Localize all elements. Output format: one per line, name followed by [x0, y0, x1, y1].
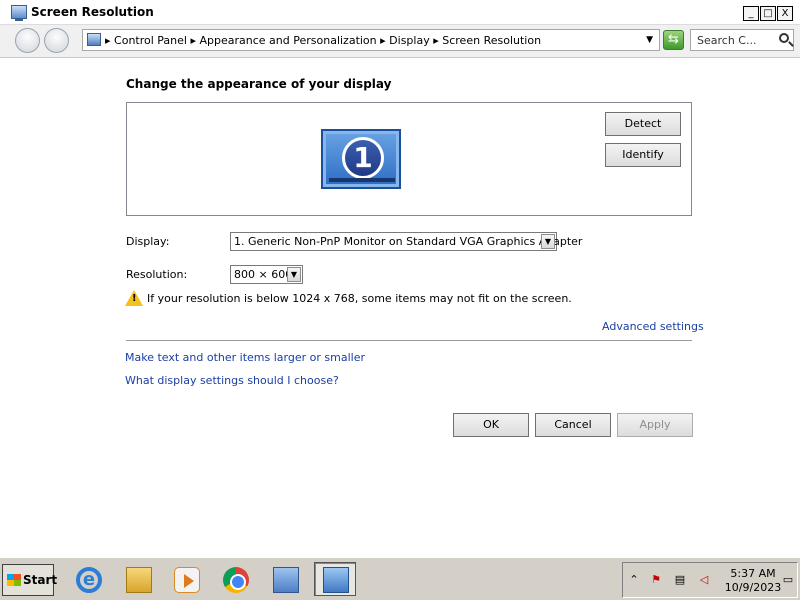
taskbar-internet-explorer[interactable]: e — [67, 562, 109, 596]
cancel-button[interactable]: Cancel — [535, 413, 611, 437]
minimize-button[interactable]: _ — [743, 6, 759, 21]
resolution-select-value: 800 × 600 — [234, 268, 293, 281]
resolution-warning-text: If your resolution is below 1024 x 768, … — [147, 292, 572, 305]
taskbar-file-explorer[interactable] — [117, 562, 159, 596]
window-title: Screen Resolution — [31, 5, 154, 19]
ok-button[interactable]: OK — [453, 413, 529, 437]
breadcrumb-separator[interactable]: ▸ — [190, 34, 196, 47]
address-dropdown-icon[interactable]: ▼ — [646, 35, 653, 45]
title-bar: Screen Resolution _ □ X — [0, 0, 800, 25]
resolution-select[interactable]: 800 × 600 ▼ — [230, 265, 303, 284]
display-select-value: 1. Generic Non-PnP Monitor on Standard V… — [234, 235, 583, 248]
clock-time: 5:37 AM — [730, 567, 776, 580]
breadcrumb-control-panel[interactable]: Control Panel — [114, 34, 187, 47]
system-tray: ⌃ ⚑ ▤ ◁ 5:37 AM 10/9/2023 ▭ — [622, 562, 798, 598]
clock[interactable]: 5:37 AM 10/9/2023 — [723, 567, 783, 595]
monitor-number: 1 — [342, 137, 384, 179]
start-button[interactable]: Start — [2, 564, 58, 596]
breadcrumb-screen-resolution[interactable]: Screen Resolution — [442, 34, 541, 47]
chevron-down-icon[interactable]: ▼ — [541, 234, 555, 249]
search-icon[interactable] — [779, 33, 789, 43]
forward-button[interactable] — [44, 28, 69, 53]
detect-button[interactable]: Detect — [605, 112, 681, 136]
breadcrumb-appearance[interactable]: Appearance and Personalization — [200, 34, 377, 47]
monitor-icon[interactable]: 1 — [321, 129, 401, 189]
address-bar[interactable]: ▸ Control Panel ▸ Appearance and Persona… — [82, 29, 660, 51]
text-size-link[interactable]: Make text and other items larger or smal… — [125, 351, 365, 364]
breadcrumb: ▸ Control Panel ▸ Appearance and Persona… — [105, 34, 541, 47]
taskbar: Start e ⌃ ⚑ ▤ ◁ 5:37 AM 10/9/2023 ▭ — [0, 556, 800, 600]
search-placeholder: Search C... — [697, 34, 757, 47]
divider — [126, 340, 692, 341]
control-panel-icon — [87, 33, 101, 46]
breadcrumb-separator[interactable]: ▸ — [433, 34, 439, 47]
breadcrumb-display[interactable]: Display — [389, 34, 430, 47]
taskbar-chrome[interactable] — [214, 562, 256, 596]
resolution-label: Resolution: — [126, 268, 188, 281]
taskbar-media-player[interactable] — [165, 562, 207, 596]
display-preview: 1 Detect Identify — [126, 102, 692, 216]
identify-button[interactable]: Identify — [605, 143, 681, 167]
breadcrumb-separator[interactable]: ▸ — [105, 34, 111, 47]
search-input[interactable]: Search C... — [690, 29, 794, 51]
warning-icon — [125, 290, 143, 306]
clock-date: 10/9/2023 — [724, 581, 782, 594]
display-select[interactable]: 1. Generic Non-PnP Monitor on Standard V… — [230, 232, 582, 251]
media-player-icon — [174, 567, 200, 593]
close-button[interactable]: X — [777, 6, 793, 21]
show-desktop-icon[interactable]: ▭ — [781, 573, 795, 587]
taskbar-network-connections[interactable] — [264, 562, 306, 596]
taskbar-screen-resolution[interactable] — [314, 562, 356, 596]
page-title: Change the appearance of your display — [126, 77, 392, 91]
start-label: Start — [23, 573, 58, 587]
mouse-cursor-icon — [410, 271, 432, 295]
apply-button[interactable]: Apply — [617, 413, 693, 437]
monitor-taskbar-graphic — [329, 178, 395, 182]
navigation-bar: ▸ Control Panel ▸ Appearance and Persona… — [0, 25, 800, 58]
display-label: Display: — [126, 235, 170, 248]
screen-resolution-app-icon — [11, 5, 27, 21]
chrome-icon — [223, 567, 249, 593]
breadcrumb-separator[interactable]: ▸ — [380, 34, 386, 47]
network-connections-icon — [273, 567, 299, 593]
folder-icon — [126, 567, 152, 593]
chevron-down-icon[interactable]: ▼ — [287, 267, 301, 282]
network-icon[interactable]: ▤ — [673, 573, 687, 587]
action-center-flag-icon[interactable]: ⚑ — [649, 573, 663, 587]
windows-logo-icon — [7, 574, 21, 586]
display-settings-icon — [323, 567, 349, 593]
back-button[interactable] — [15, 28, 40, 53]
show-hidden-icons-icon[interactable]: ⌃ — [627, 573, 641, 587]
internet-explorer-icon: e — [76, 567, 102, 593]
maximize-button[interactable]: □ — [760, 6, 776, 21]
advanced-settings-link[interactable]: Advanced settings — [602, 320, 704, 333]
display-settings-help-link[interactable]: What display settings should I choose? — [125, 374, 339, 387]
refresh-icon[interactable]: ⇆ — [663, 30, 684, 50]
volume-muted-icon[interactable]: ◁ — [697, 573, 711, 587]
